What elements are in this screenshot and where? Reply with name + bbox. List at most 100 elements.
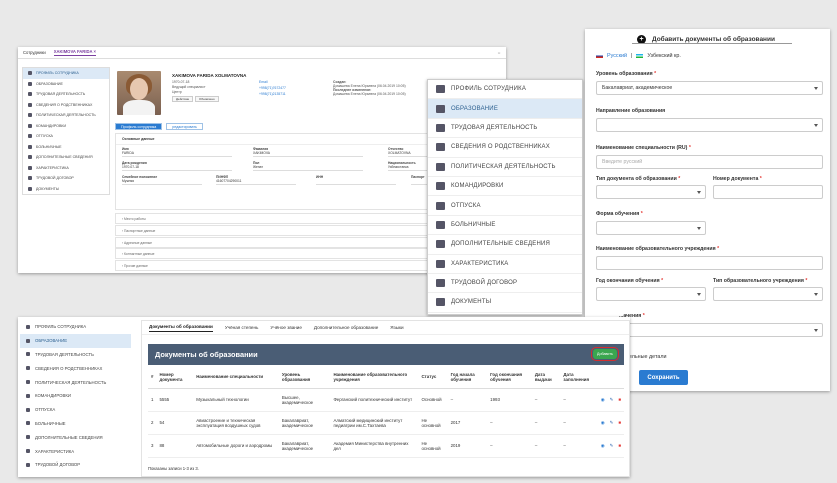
chevron-down-icon [697, 293, 701, 296]
tab-1[interactable]: Учёная степень [225, 325, 259, 330]
menu-item-6[interactable]: ОТПУСКА [428, 196, 582, 216]
edit-icon[interactable]: ✎ [610, 397, 614, 403]
sidebar-item-2[interactable]: ТРУДОВАЯ ДЕЯТЕЛЬНОСТЬ [20, 348, 131, 362]
sidebar-item-5[interactable]: КОМАНДИРОВКИ [20, 389, 131, 403]
table-cell: 1993 [487, 388, 532, 412]
menu-item-11[interactable]: ДОКУМЕНТЫ [428, 293, 582, 313]
chevron-down-icon [814, 329, 818, 332]
documents-header: Документы об образовании Добавить [148, 344, 624, 365]
table-cell: 5555 [156, 388, 194, 412]
menu-item-5[interactable]: КОМАНДИРОВКИ [428, 177, 582, 197]
doc-number-input[interactable] [713, 185, 823, 199]
sidebar-item-0[interactable]: ПРОФИЛЬ СОТРУДНИКА [20, 320, 131, 334]
menu-icon [436, 182, 445, 191]
direction-select[interactable] [596, 118, 823, 132]
menu-item-3[interactable]: СВЕДЕНИЯ О РОДСТВЕННИКАХ [428, 138, 582, 158]
sidebar-item-9[interactable]: ХАРАКТЕРИСТИКА [23, 163, 109, 174]
table-cell: Основной [418, 388, 448, 412]
menu-item-10[interactable]: ТРУДОВОЙ ДОГОВОР [428, 274, 582, 294]
edit-button[interactable]: редактировать [166, 123, 203, 130]
institution-type-select[interactable] [713, 287, 823, 301]
table-cell: Музыкальный технологии [193, 388, 279, 412]
lang-ru[interactable]: Русский [607, 53, 627, 59]
sidebar-item-7[interactable]: БОЛЬНИЧНЫЕ [23, 142, 109, 153]
menu-item-1[interactable]: ОБРАЗОВАНИЕ [428, 99, 582, 119]
study-form-label: Форма обучения [596, 211, 640, 217]
specialty-input[interactable]: Введите русский [596, 155, 823, 169]
sidebar-item-8[interactable]: ДОПОЛНИТЕЛЬНЫЕ СВЕДЕНИЯ [20, 430, 131, 444]
menu-item-9[interactable]: ХАРАКТЕРИСТИКА [428, 255, 582, 274]
sidebar-item-11[interactable]: ДОКУМЕНТЫ [23, 184, 109, 195]
tab-4[interactable]: Языки [390, 325, 403, 330]
action-button[interactable]: Действие [172, 96, 194, 102]
delete-icon[interactable]: ■ [618, 443, 621, 449]
menu-item-7[interactable]: БОЛЬНИЧНЫЕ [428, 216, 582, 236]
column-header: Год начала обучения [447, 366, 488, 389]
phone-1[interactable]: +998(71)7672477 [259, 86, 286, 90]
column-header: Дата выдачи [531, 366, 561, 389]
menu-item-label: КОМАНДИРОВКИ [451, 183, 504, 190]
sidebar-item-5[interactable]: КОМАНДИРОВКИ [23, 121, 109, 132]
grad-year-select[interactable] [596, 287, 706, 301]
column-header: # [148, 366, 157, 389]
sidebar-item-7[interactable]: БОЛЬНИЧНЫЕ [20, 417, 131, 431]
edu-level-select[interactable]: Бакалавриат, академическое [596, 81, 823, 95]
sidebar-item-8[interactable]: ДОПОЛНИТЕЛЬНЫЕ СВЕДЕНИЯ [23, 152, 109, 163]
value-pinfl: 41607704290011 [216, 179, 296, 185]
tabbar-toggle-icon[interactable]: ⇔ [497, 50, 501, 55]
sidebar-item-10[interactable]: ТРУДОВОЙ ДОГОВОР [23, 173, 109, 184]
save-button[interactable]: Сохранить [639, 370, 688, 385]
menu-item-0[interactable]: ПРОФИЛЬ СОТРУДНИКА [428, 80, 582, 100]
sidebar-item-3[interactable]: СВЕДЕНИЯ О РОДСТВЕННИКАХ [20, 361, 131, 375]
doc-type-select[interactable] [596, 185, 706, 199]
sidebar-item-10[interactable]: ТРУДОВОЙ ДОГОВОР [20, 458, 131, 472]
tab-employees[interactable]: Сотрудники [23, 50, 46, 55]
delete-icon[interactable]: ■ [618, 420, 621, 426]
add-button[interactable]: Добавить [590, 346, 620, 362]
sidebar-item-4[interactable]: ПОЛИТИЧЕСКАЯ ДЕЯТЕЛЬНОСТЬ [23, 110, 109, 121]
direction-label: Направление образования [596, 108, 666, 114]
sidebar-item-9[interactable]: ХАРАКТЕРИСТИКА [20, 444, 131, 458]
view-icon[interactable]: ◉ [601, 420, 605, 426]
sidebar-item-6[interactable]: ОТПУСКА [23, 131, 109, 142]
sidebar-item-2[interactable]: ТРУДОВАЯ ДЕЯТЕЛЬНОСТЬ [23, 89, 109, 100]
menu-item-label: ХАРАКТЕРИСТИКА [451, 260, 509, 267]
menu-item-label: ПРОФИЛЬ СОТРУДНИКА [451, 86, 527, 93]
language-switch: Русский | Узбекский кр. [596, 53, 681, 59]
study-form-select[interactable] [596, 221, 706, 235]
chevron-down-icon [697, 227, 701, 230]
tab-0[interactable]: Документы об образовании [149, 324, 213, 332]
partial-select[interactable] [619, 323, 823, 337]
sidebar-item-1[interactable]: ОБРАЗОВАНИЕ [23, 79, 109, 90]
delete-icon[interactable]: ■ [618, 397, 621, 403]
edit-icon[interactable]: ✎ [610, 443, 614, 449]
specialty-label: Наименование специальности (RU) [596, 145, 688, 151]
tab-3[interactable]: Дополнительное образование [314, 325, 378, 330]
menu-item-8[interactable]: ДОПОЛНИТЕЛЬНЫЕ СВЕДЕНИЯ [428, 235, 582, 255]
sidebar-item-4[interactable]: ПОЛИТИЧЕСКАЯ ДЕЯТЕЛЬНОСТЬ [20, 375, 131, 389]
tab-profile[interactable]: Профиль сотрудника [115, 123, 163, 130]
menu-icon [436, 259, 445, 268]
value-surname: XAKIMOVA [253, 151, 363, 157]
doc-number-label: Номер документа [713, 176, 759, 182]
table-cell: – [487, 411, 532, 435]
sidebar-item-0[interactable]: ПРОФИЛЬ СОТРУДНИКА [23, 68, 109, 79]
sidebar-item-label: ОТПУСКА [35, 407, 56, 413]
profile-tabs: Профиль сотрудника редактировать [115, 123, 203, 130]
sidebar-menu: ПРОФИЛЬ СОТРУДНИКА ОБРАЗОВАНИЕ ТРУДОВАЯ ДЕ… [22, 67, 110, 195]
phone-2[interactable]: +998(71)2135711 [259, 92, 286, 96]
updated-button[interactable]: Обновлено [195, 96, 219, 102]
view-icon[interactable]: ◉ [601, 397, 605, 403]
sidebar-item-6[interactable]: ОТПУСКА [20, 403, 131, 417]
menu-item-4[interactable]: ПОЛИТИЧЕСКАЯ ДЕЯТЕЛЬНОСТЬ [428, 158, 582, 177]
edit-icon[interactable]: ✎ [610, 420, 614, 426]
lang-uz[interactable]: Узбекский кр. [647, 53, 680, 59]
tab-employee-profile[interactable]: XAKIMOVA FARIDA × [53, 49, 96, 56]
email-link[interactable]: Email [259, 80, 267, 84]
institution-input[interactable] [596, 256, 823, 270]
tab-2[interactable]: Учёное звание [270, 325, 302, 330]
view-icon[interactable]: ◉ [601, 443, 605, 449]
sidebar-item-3[interactable]: СВЕДЕНИЯ О РОДСТВЕННИКАХ [23, 100, 109, 111]
menu-item-2[interactable]: ТРУДОВАЯ ДЕЯТЕЛЬНОСТЬ [428, 119, 582, 139]
sidebar-item-1[interactable]: ОБРАЗОВАНИЕ [20, 333, 131, 348]
